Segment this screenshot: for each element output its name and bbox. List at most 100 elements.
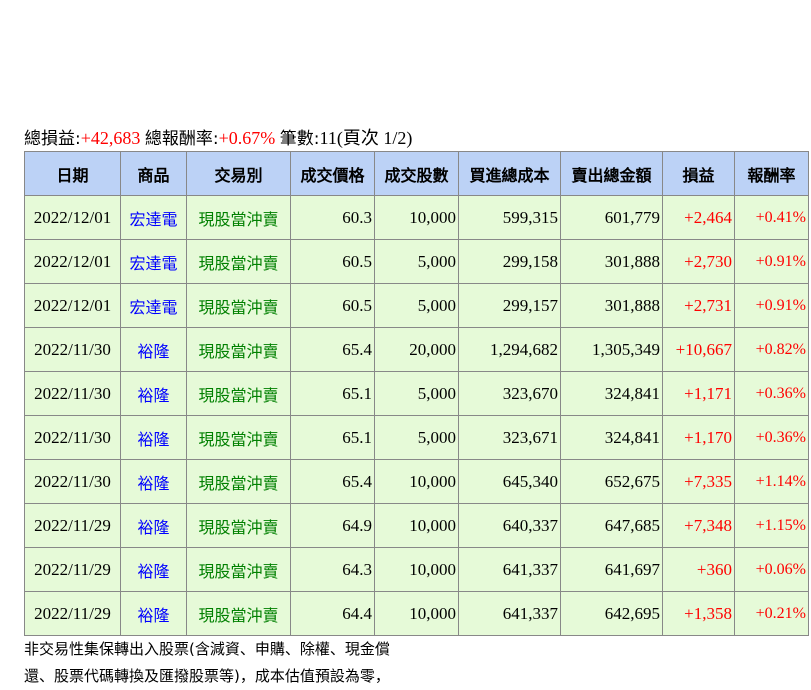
- cell-return-rate: +0.91%: [734, 239, 809, 284]
- table-row: 2022/11/29 裕隆 現股當沖賣 64.4 10,000 641,337 642,69…: [24, 591, 809, 636]
- count-value: 11: [319, 128, 337, 148]
- header-profit-loss[interactable]: 損益: [662, 151, 735, 196]
- cell-product[interactable]: 裕隆: [120, 591, 187, 636]
- header-sell-amount[interactable]: 賣出總金額: [560, 151, 663, 196]
- cell-return-rate: +0.91%: [734, 283, 809, 328]
- cell-trade-type: 現股當沖賣: [186, 415, 291, 460]
- cell-price: 65.1: [290, 371, 375, 416]
- cell-shares: 5,000: [374, 239, 459, 284]
- cell-price: 64.4: [290, 591, 375, 636]
- cell-sell-amount: 652,675: [560, 459, 663, 504]
- cell-date: 2022/12/01: [24, 195, 121, 240]
- cell-shares: 10,000: [374, 503, 459, 548]
- cell-product[interactable]: 宏達電: [120, 195, 187, 240]
- cell-date: 2022/12/01: [24, 283, 121, 328]
- table-row: 2022/11/29 裕隆 現股當沖賣 64.3 10,000 641,337 641,69…: [24, 547, 809, 592]
- cell-product[interactable]: 裕隆: [120, 547, 187, 592]
- cell-buy-cost: 299,157: [458, 283, 561, 328]
- header-shares[interactable]: 成交股數: [374, 151, 459, 196]
- cell-date: 2022/11/29: [24, 503, 121, 548]
- cell-date: 2022/11/30: [24, 327, 121, 372]
- cell-shares: 10,000: [374, 459, 459, 504]
- cell-sell-amount: 601,779: [560, 195, 663, 240]
- cell-price: 65.4: [290, 459, 375, 504]
- cell-shares: 5,000: [374, 371, 459, 416]
- cell-trade-type: 現股當沖賣: [186, 503, 291, 548]
- cell-price: 60.3: [290, 195, 375, 240]
- cell-date: 2022/11/30: [24, 415, 121, 460]
- table-row: 2022/11/30 裕隆 現股當沖賣 65.1 5,000 323,671 324,841…: [24, 415, 809, 460]
- page-info: (頁次 1/2): [336, 128, 413, 148]
- cell-profit-loss: +2,730: [662, 239, 735, 284]
- cell-trade-type: 現股當沖賣: [186, 547, 291, 592]
- cell-profit-loss: +7,348: [662, 503, 735, 548]
- cell-shares: 10,000: [374, 547, 459, 592]
- cell-product[interactable]: 裕隆: [120, 459, 187, 504]
- cell-return-rate: +0.36%: [734, 371, 809, 416]
- cell-shares: 10,000: [374, 591, 459, 636]
- cell-profit-loss: +1,171: [662, 371, 735, 416]
- cell-sell-amount: 642,695: [560, 591, 663, 636]
- table-row: 2022/12/01 宏達電 現股當沖賣 60.5 5,000 299,158 301,88…: [24, 239, 809, 284]
- cell-buy-cost: 599,315: [458, 195, 561, 240]
- cell-profit-loss: +360: [662, 547, 735, 592]
- summary-bar: 總損益:+42,683 總報酬率:+0.67% 筆數:11(頁次 1/2): [24, 124, 412, 150]
- cell-date: 2022/11/29: [24, 547, 121, 592]
- cell-return-rate: +0.21%: [734, 591, 809, 636]
- table-row: 2022/11/30 裕隆 現股當沖賣 65.4 20,000 1,294,682 1,30…: [24, 327, 809, 372]
- cell-profit-loss: +7,335: [662, 459, 735, 504]
- cell-price: 60.5: [290, 283, 375, 328]
- trade-table: 日期 商品 交易別 成交價格 成交股數 買進總成本 賣出總金額 損益 報酬率 2022/12/0…: [24, 151, 809, 636]
- cell-price: 65.1: [290, 415, 375, 460]
- cell-sell-amount: 324,841: [560, 415, 663, 460]
- cell-product[interactable]: 宏達電: [120, 239, 187, 284]
- total-return-label: 總報酬率:: [144, 129, 219, 149]
- cell-shares: 10,000: [374, 195, 459, 240]
- cell-trade-type: 現股當沖賣: [186, 327, 291, 372]
- cell-date: 2022/11/30: [24, 371, 121, 416]
- total-pl-label: 總損益:: [24, 129, 81, 149]
- cell-sell-amount: 641,697: [560, 547, 663, 592]
- total-pl-value: +42,683: [80, 128, 141, 148]
- cell-buy-cost: 299,158: [458, 239, 561, 284]
- count-label: 筆數:: [279, 129, 320, 149]
- cell-sell-amount: 1,305,349: [560, 327, 663, 372]
- cell-product[interactable]: 宏達電: [120, 283, 187, 328]
- cell-buy-cost: 640,337: [458, 503, 561, 548]
- cell-sell-amount: 301,888: [560, 239, 663, 284]
- cell-trade-type: 現股當沖賣: [186, 195, 291, 240]
- cell-product[interactable]: 裕隆: [120, 503, 187, 548]
- cell-buy-cost: 1,294,682: [458, 327, 561, 372]
- cell-return-rate: +1.14%: [734, 459, 809, 504]
- cell-trade-type: 現股當沖賣: [186, 239, 291, 284]
- cell-profit-loss: +2,464: [662, 195, 735, 240]
- cell-buy-cost: 641,337: [458, 547, 561, 592]
- cell-sell-amount: 301,888: [560, 283, 663, 328]
- cell-trade-type: 現股當沖賣: [186, 371, 291, 416]
- cell-profit-loss: +1,358: [662, 591, 735, 636]
- cell-shares: 20,000: [374, 327, 459, 372]
- header-return-rate[interactable]: 報酬率: [734, 151, 809, 196]
- cell-buy-cost: 323,670: [458, 371, 561, 416]
- header-trade-type[interactable]: 交易別: [186, 151, 291, 196]
- cell-date: 2022/11/30: [24, 459, 121, 504]
- cell-price: 65.4: [290, 327, 375, 372]
- cell-price: 64.3: [290, 547, 375, 592]
- cell-shares: 5,000: [374, 415, 459, 460]
- table-row: 2022/11/30 裕隆 現股當沖賣 65.1 5,000 323,670 324,841…: [24, 371, 809, 416]
- cell-price: 60.5: [290, 239, 375, 284]
- header-price[interactable]: 成交價格: [290, 151, 375, 196]
- table-row: 2022/12/01 宏達電 現股當沖賣 60.5 5,000 299,157 301,88…: [24, 283, 809, 328]
- header-date[interactable]: 日期: [24, 151, 121, 196]
- header-product[interactable]: 商品: [120, 151, 187, 196]
- cell-return-rate: +0.36%: [734, 415, 809, 460]
- cell-product[interactable]: 裕隆: [120, 415, 187, 460]
- cell-product[interactable]: 裕隆: [120, 327, 187, 372]
- cell-profit-loss: +2,731: [662, 283, 735, 328]
- header-buy-cost[interactable]: 買進總成本: [458, 151, 561, 196]
- cell-date: 2022/12/01: [24, 239, 121, 284]
- cell-product[interactable]: 裕隆: [120, 371, 187, 416]
- cell-trade-type: 現股當沖賣: [186, 459, 291, 504]
- cell-sell-amount: 647,685: [560, 503, 663, 548]
- table-row: 2022/12/01 宏達電 現股當沖賣 60.3 10,000 599,315 601,7…: [24, 195, 809, 240]
